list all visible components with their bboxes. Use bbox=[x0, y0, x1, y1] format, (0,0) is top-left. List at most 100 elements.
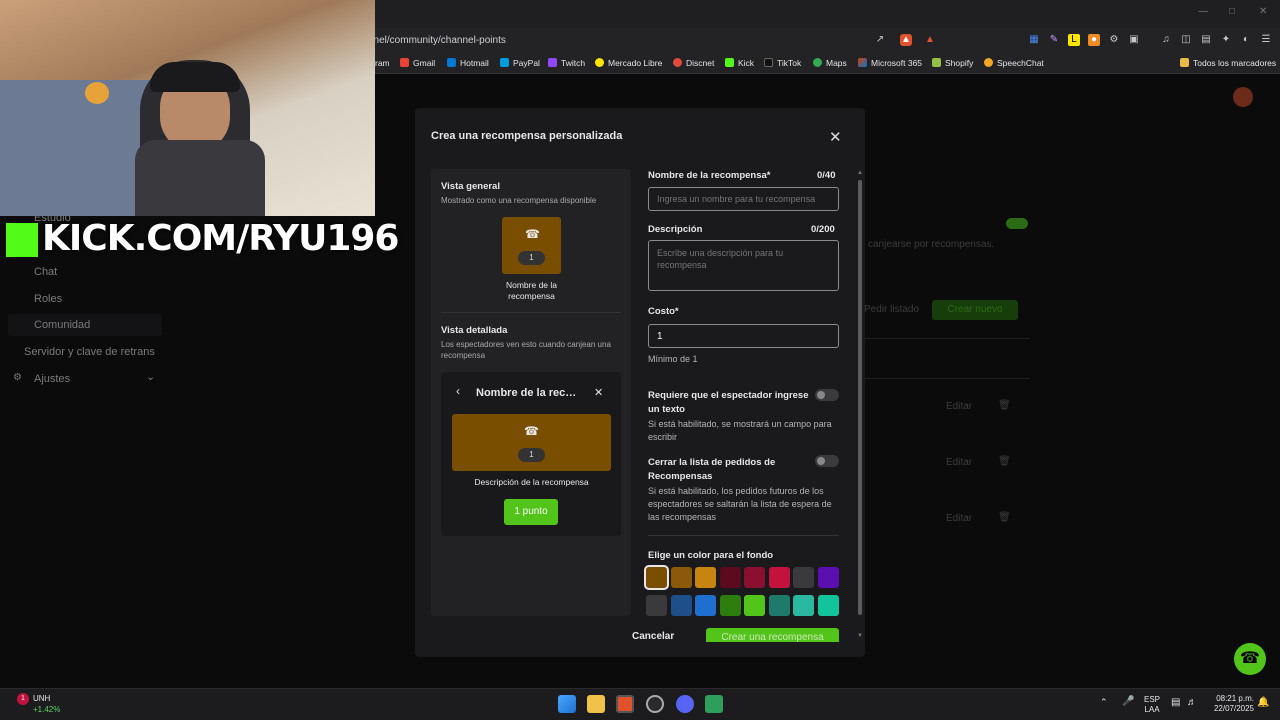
bookmark-hotmail[interactable]: Hotmail bbox=[447, 55, 489, 71]
color-swatch[interactable] bbox=[644, 565, 669, 590]
sidebar-item-chat[interactable]: Chat bbox=[34, 266, 57, 278]
color-swatch[interactable] bbox=[670, 567, 692, 588]
description-label: Descripción bbox=[648, 224, 703, 235]
color-swatch[interactable] bbox=[817, 567, 839, 588]
reward-gift-icon: ☎ bbox=[524, 424, 539, 438]
support-headset-icon[interactable]: ☎ bbox=[1234, 643, 1266, 675]
language-indicator[interactable]: ESP LAA bbox=[1141, 695, 1163, 715]
close-icon[interactable]: ✕ bbox=[829, 128, 842, 146]
close-window-icon[interactable]: ✕ bbox=[1259, 6, 1267, 17]
cancel-button[interactable]: Cancelar bbox=[632, 631, 700, 643]
cost-hint: Mínimo de 1 bbox=[648, 354, 698, 364]
require-text-toggle[interactable] bbox=[815, 389, 839, 401]
scroll-down-icon[interactable]: ▼ bbox=[857, 633, 863, 639]
maximize-icon[interactable]: □ bbox=[1229, 6, 1235, 17]
network-icon[interactable]: ▤ bbox=[1171, 697, 1180, 708]
sidebar-item-roles[interactable]: Roles bbox=[34, 293, 62, 305]
color-swatch[interactable] bbox=[695, 595, 716, 616]
color-swatch[interactable] bbox=[719, 567, 741, 588]
modal-scroll-thumb[interactable] bbox=[858, 180, 862, 615]
leo-icon[interactable]: ✦ bbox=[1220, 34, 1232, 46]
bookmark-twitch[interactable]: Twitch bbox=[548, 55, 585, 71]
trash-icon: 🗑 bbox=[998, 400, 1011, 411]
app-icon[interactable] bbox=[705, 695, 723, 713]
media-icon[interactable]: ♫ bbox=[1160, 34, 1172, 46]
color-swatch[interactable] bbox=[670, 595, 692, 616]
extension-pen-icon[interactable]: ✎ bbox=[1048, 34, 1060, 46]
share-icon[interactable]: ↗ bbox=[874, 34, 886, 46]
windows-start-icon[interactable] bbox=[558, 695, 576, 713]
color-swatch[interactable] bbox=[768, 595, 790, 616]
sidebar-item-ajustes[interactable]: Ajustes bbox=[34, 373, 70, 385]
color-swatch[interactable] bbox=[817, 595, 839, 616]
brave-rewards-icon[interactable]: ▲ bbox=[924, 34, 936, 46]
stock-name[interactable]: UNH bbox=[33, 694, 50, 703]
color-swatch[interactable] bbox=[719, 595, 741, 616]
bookmark-instagram[interactable]: ram bbox=[375, 55, 390, 71]
color-swatch[interactable] bbox=[744, 595, 765, 616]
bookmark-paypal[interactable]: PayPal bbox=[500, 55, 540, 71]
vpn-shield-icon[interactable]: ◐ bbox=[1240, 34, 1252, 46]
bookmark-kick[interactable]: Kick bbox=[725, 55, 754, 71]
color-label: Elige un color para el fondo bbox=[648, 550, 774, 561]
scroll-up-icon[interactable]: ▲ bbox=[857, 170, 863, 176]
wallet-icon[interactable]: ▤ bbox=[1200, 34, 1212, 46]
chevron-down-icon[interactable]: ⌄ bbox=[146, 370, 155, 383]
bookmark-gmail[interactable]: Gmail bbox=[400, 55, 435, 71]
color-swatch[interactable] bbox=[768, 567, 790, 588]
bookmark-shopify[interactable]: Shopify bbox=[932, 55, 973, 71]
notification-bell-icon[interactable]: 🔔 bbox=[1257, 697, 1269, 708]
bg-edit-1: Editar bbox=[946, 401, 973, 412]
extension-puzzle-icon[interactable]: ⚙ bbox=[1108, 34, 1120, 46]
brave-shields-icon[interactable]: ▲ bbox=[900, 34, 912, 46]
screenshot-icon[interactable]: ▣ bbox=[1128, 34, 1140, 46]
reward-description-input[interactable] bbox=[648, 240, 839, 291]
extension-orange-icon[interactable]: ● bbox=[1088, 34, 1100, 46]
kick-logo bbox=[6, 223, 38, 257]
close-list-toggle[interactable] bbox=[815, 455, 839, 467]
bookmark-mercadolibre[interactable]: Mercado Libre bbox=[595, 55, 662, 71]
bookmark-tiktok[interactable]: TikTok bbox=[764, 55, 801, 71]
sidebar-icon[interactable]: ◫ bbox=[1180, 34, 1192, 46]
description-char-count: 0/200 bbox=[811, 224, 835, 235]
obs-icon[interactable] bbox=[646, 695, 664, 713]
name-label: Nombre de la recompensa* bbox=[648, 170, 771, 181]
cost-input[interactable] bbox=[648, 324, 839, 348]
url-field[interactable]: nnel/community/channel-points bbox=[368, 33, 858, 49]
translate-icon[interactable]: ▦ bbox=[1028, 34, 1040, 46]
discord-icon[interactable] bbox=[676, 695, 694, 713]
detail-close-icon[interactable]: ✕ bbox=[594, 386, 603, 399]
menu-icon[interactable]: ☰ bbox=[1260, 34, 1272, 46]
detail-count: 1 bbox=[518, 448, 545, 462]
clock[interactable]: 08:21 p.m. 22/07/2025 bbox=[1206, 694, 1254, 714]
reward-name-input[interactable] bbox=[648, 187, 839, 211]
sidebar-item-comunidad[interactable]: Comunidad bbox=[34, 319, 90, 331]
tray-chevron-up-icon[interactable]: ⌃ bbox=[1100, 697, 1108, 708]
color-swatch[interactable] bbox=[744, 567, 765, 588]
close-list-hint: Si está habilitado, los pedidos futuros … bbox=[648, 486, 832, 522]
extension-l-icon[interactable]: L bbox=[1068, 34, 1080, 46]
sidebar-item-servidor[interactable]: Servidor y clave de retrans bbox=[24, 346, 155, 358]
bookmark-all-folder[interactable]: Todos los marcadores bbox=[1180, 55, 1276, 71]
create-reward-button[interactable]: Crear una recompensa bbox=[706, 628, 839, 642]
points-button[interactable]: 1 punto bbox=[504, 499, 558, 525]
color-swatch[interactable] bbox=[793, 595, 814, 616]
minimize-icon[interactable]: — bbox=[1198, 6, 1208, 17]
volume-icon[interactable]: ♬ bbox=[1187, 697, 1197, 708]
file-explorer-icon[interactable] bbox=[587, 695, 605, 713]
kick-overlay-text: KICK.COM/RYU196 bbox=[42, 218, 399, 259]
avatar[interactable] bbox=[1233, 87, 1253, 107]
bookmark-microsoft365[interactable]: Microsoft 365 bbox=[858, 55, 922, 71]
microphone-icon[interactable]: 🎤 bbox=[1122, 696, 1134, 707]
overview-count: 1 bbox=[518, 251, 545, 265]
bookmark-maps[interactable]: Maps bbox=[813, 55, 847, 71]
brave-browser-icon[interactable] bbox=[616, 695, 634, 713]
detail-reward-banner bbox=[452, 414, 611, 471]
bookmark-discnet[interactable]: Discnet bbox=[673, 55, 714, 71]
color-swatch[interactable] bbox=[793, 567, 814, 588]
chevron-left-icon[interactable]: ‹ bbox=[456, 384, 460, 398]
overview-reward-name: Nombre de la recompensa bbox=[505, 280, 558, 301]
color-swatch[interactable] bbox=[695, 567, 716, 588]
bookmark-speechchat[interactable]: SpeechChat bbox=[984, 55, 1044, 71]
color-swatch[interactable] bbox=[646, 595, 667, 616]
